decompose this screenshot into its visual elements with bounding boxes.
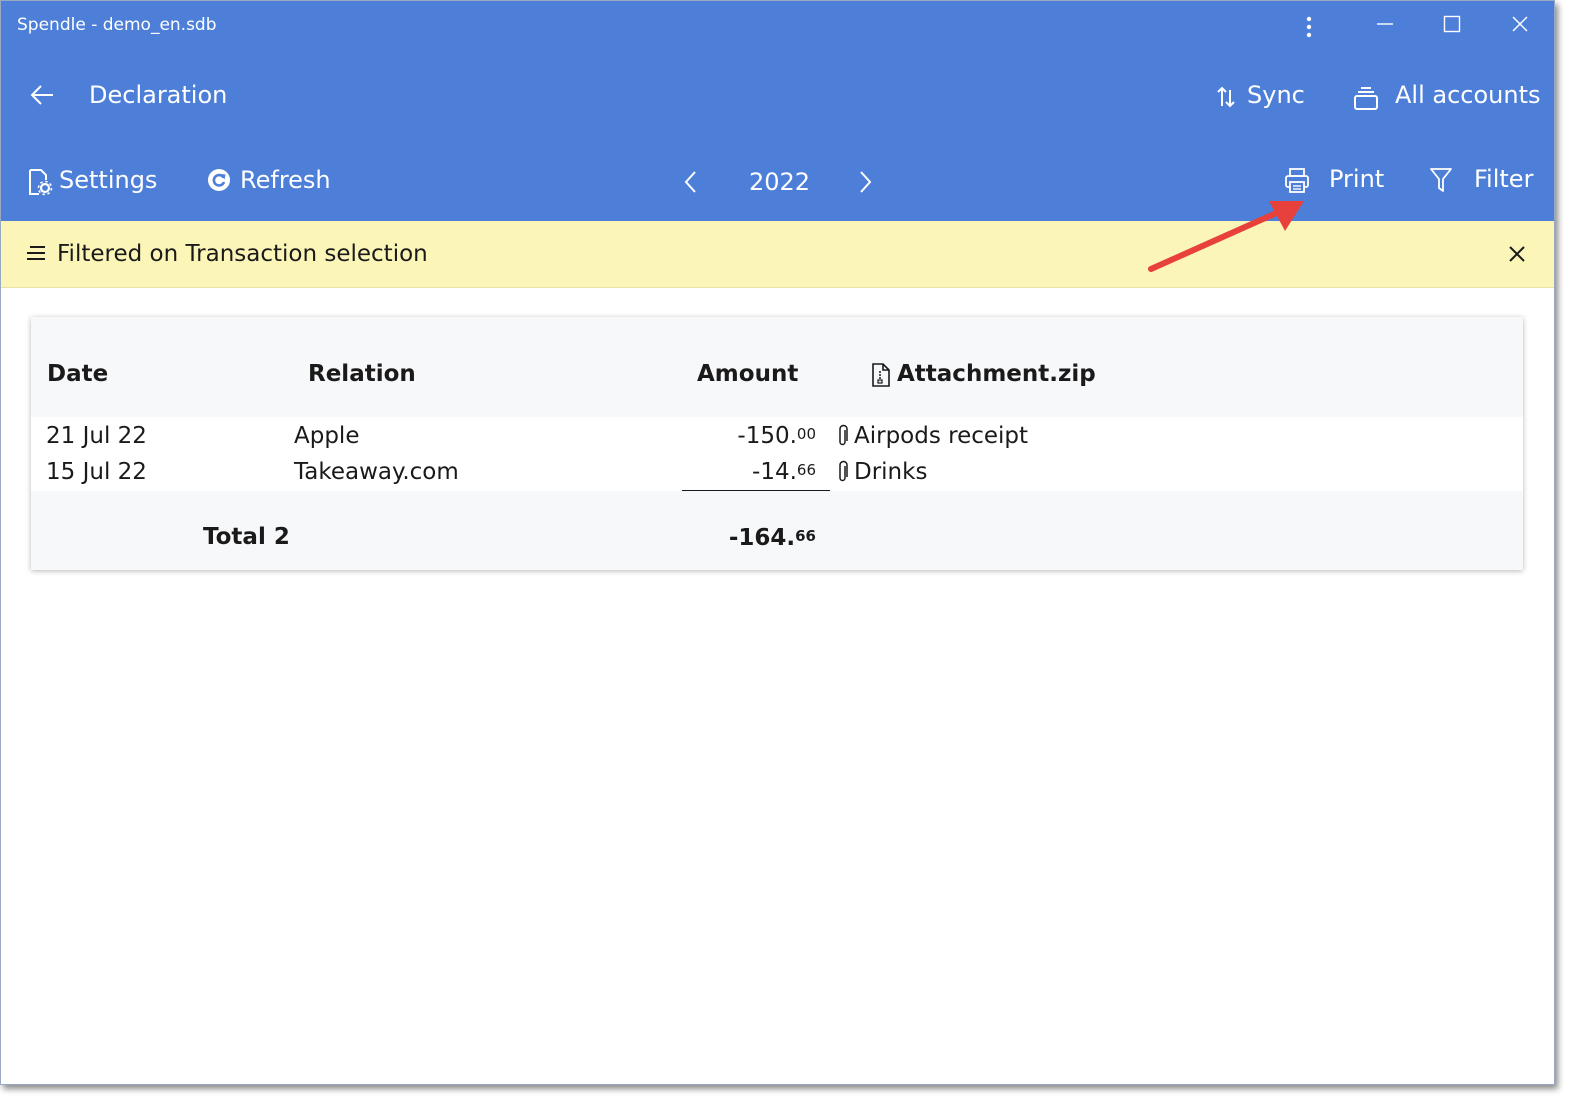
column-header-date[interactable]: Date [47, 361, 108, 387]
attachment-header-label: Attachment.zip [897, 361, 1096, 387]
sync-label: Sync [1247, 81, 1305, 109]
minimize-icon[interactable] [1376, 15, 1394, 33]
accounts-stack-icon [1353, 85, 1379, 111]
settings-label: Settings [59, 166, 158, 194]
row-attachment[interactable]: Drinks [854, 459, 927, 485]
declaration-table: Date Relation Amount Attachment.zip 21 J… [31, 317, 1523, 570]
total-label: Total 2 [203, 524, 290, 550]
row-date: 21 Jul 22 [46, 423, 147, 449]
sync-arrows-icon [1215, 84, 1237, 110]
column-header-amount[interactable]: Amount [697, 361, 798, 387]
filter-banner: Filtered on Transaction selection [1, 221, 1554, 288]
table-header: Date Relation Amount Attachment.zip [31, 317, 1523, 417]
row-attachment[interactable]: Airpods receipt [854, 423, 1028, 449]
table-row[interactable]: 21 Jul 22 Apple -150.00 Airpods receipt [31, 418, 1523, 454]
table-row[interactable]: 15 Jul 22 Takeaway.com -14.66 Drinks [31, 454, 1523, 490]
filter-lines-icon [25, 245, 47, 261]
close-window-icon[interactable] [1511, 15, 1529, 33]
all-accounts-label: All accounts [1395, 81, 1541, 109]
paperclip-icon[interactable] [837, 424, 849, 448]
row-amount: -150.00 [737, 423, 816, 449]
filter-label: Filter [1474, 165, 1534, 193]
page-title: Declaration [89, 81, 228, 109]
app-window: Spendle - demo_en.sdb Declaration Sync A… [0, 0, 1555, 1085]
window-title: Spendle - demo_en.sdb [17, 15, 217, 35]
filter-funnel-icon [1429, 167, 1453, 193]
clear-filter-close-icon[interactable] [1507, 244, 1527, 264]
paperclip-icon[interactable] [837, 460, 849, 484]
next-year-chevron-icon[interactable] [855, 169, 875, 195]
printer-icon [1284, 167, 1310, 195]
row-amount: -14.66 [752, 459, 816, 485]
filter-banner-text: Filtered on Transaction selection [57, 241, 428, 267]
zip-file-icon [871, 362, 891, 388]
table-footer: Total 2 -164.66 [31, 491, 1523, 570]
year-label: 2022 [749, 168, 811, 196]
previous-year-chevron-icon[interactable] [681, 169, 701, 195]
maximize-icon[interactable] [1443, 15, 1461, 33]
refresh-label: Refresh [240, 166, 331, 194]
print-label: Print [1329, 165, 1385, 193]
more-options-icon[interactable] [1301, 15, 1317, 39]
back-arrow-icon[interactable] [29, 83, 55, 107]
row-relation: Apple [294, 423, 360, 449]
column-header-relation[interactable]: Relation [308, 361, 416, 387]
app-bar: Spendle - demo_en.sdb Declaration Sync A… [1, 1, 1554, 221]
row-date: 15 Jul 22 [46, 459, 147, 485]
settings-document-icon [27, 168, 53, 196]
refresh-icon [207, 168, 231, 192]
row-relation: Takeaway.com [294, 459, 459, 485]
total-amount: -164.66 [728, 525, 816, 551]
